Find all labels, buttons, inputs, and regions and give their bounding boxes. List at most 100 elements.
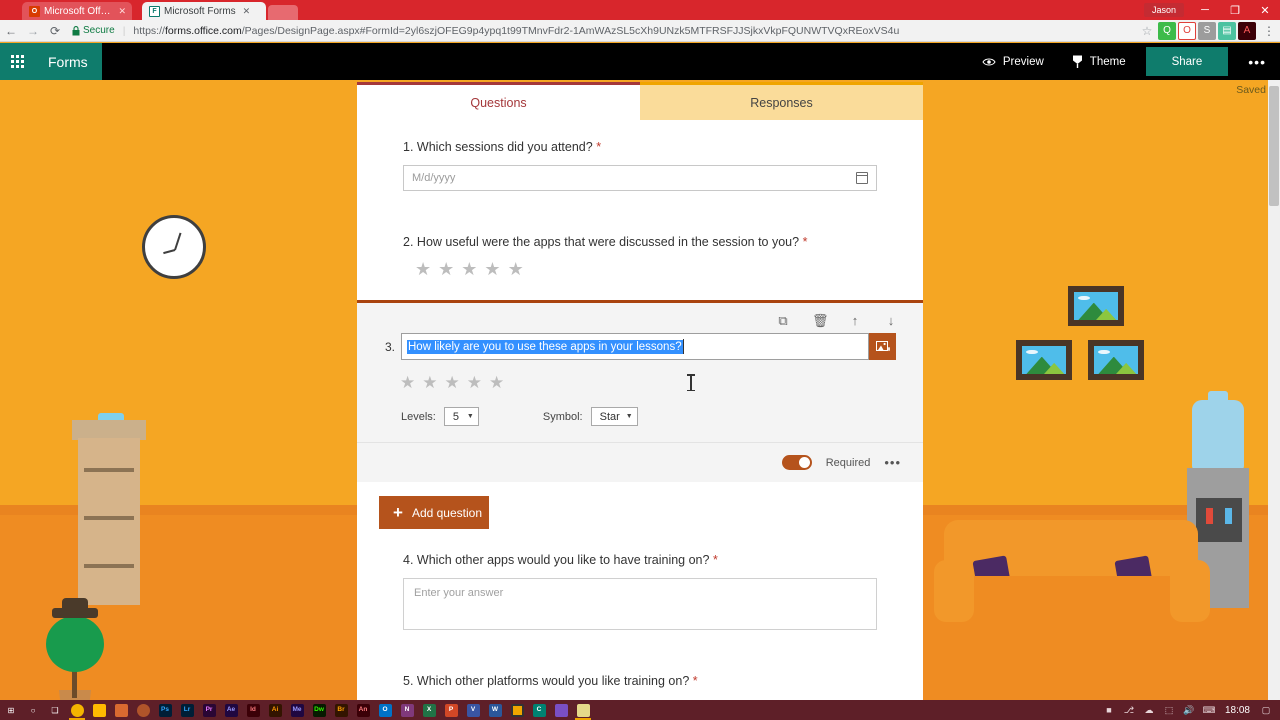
action-center-icon[interactable]: ▢ xyxy=(1256,700,1276,720)
volume-tray-icon[interactable]: 🔊 xyxy=(1179,700,1199,720)
taskbar-item-indesign[interactable]: Id xyxy=(242,700,264,720)
display-tray-icon[interactable]: ⬚ xyxy=(1159,700,1179,720)
taskbar-item-paint-app[interactable] xyxy=(132,700,154,720)
bookmark-star-icon[interactable]: ☆ xyxy=(1136,20,1158,42)
start-button[interactable]: ⊞ xyxy=(0,700,22,720)
question-2-star-rating[interactable]: ★ ★ ★ ★ ★ xyxy=(403,260,877,278)
back-button[interactable]: ← xyxy=(0,20,22,42)
star-icon[interactable]: ★ xyxy=(400,374,415,391)
star-icon[interactable]: ★ xyxy=(438,260,454,278)
questions-list: 1. Which sessions did you attend? * M/d/… xyxy=(357,120,923,688)
taskbar-item-onenote[interactable]: N xyxy=(396,700,418,720)
user-profile-chip[interactable]: Jason xyxy=(1143,3,1184,17)
browser-tab-forms[interactable]: F Microsoft Forms ✕ xyxy=(142,2,266,20)
browser-tab-strip: O Microsoft Office Home ✕ F Microsoft Fo… xyxy=(0,0,1280,20)
calendar-icon[interactable] xyxy=(855,172,869,184)
browser-menu-icon[interactable]: ⋮ xyxy=(1258,20,1280,42)
delete-question-icon[interactable]: 🗑 xyxy=(812,313,829,329)
taskbar-item-sticky-notes[interactable] xyxy=(572,700,594,720)
insert-image-button[interactable] xyxy=(869,333,896,360)
taskbar-item-media-encoder[interactable]: Me xyxy=(286,700,308,720)
nvidia-tray-icon[interactable]: ■ xyxy=(1099,700,1119,720)
add-question-button[interactable]: + Add question xyxy=(379,496,489,529)
question-1-text: Which sessions did you attend? xyxy=(416,140,593,154)
close-tab-icon[interactable]: ✕ xyxy=(243,6,251,17)
reload-button[interactable]: ⟳ xyxy=(44,20,66,42)
maximize-button[interactable]: ❐ xyxy=(1220,0,1250,20)
star-icon[interactable]: ★ xyxy=(422,374,437,391)
star-icon[interactable]: ★ xyxy=(445,374,460,391)
taskbar-item-sway[interactable]: C xyxy=(528,700,550,720)
search-extension-icon[interactable]: Q xyxy=(1158,21,1176,40)
taskbar-item-bridge[interactable]: Br xyxy=(330,700,352,720)
plant-foliage-illustration xyxy=(46,616,104,672)
tab-responses[interactable]: Responses xyxy=(640,82,923,120)
taskbar-item-forms[interactable] xyxy=(550,700,572,720)
star-icon[interactable]: ★ xyxy=(484,260,500,278)
forms-brand-label[interactable]: Forms xyxy=(34,43,102,80)
notes-extension-icon[interactable]: ▤ xyxy=(1218,21,1236,40)
symbol-dropdown[interactable]: Star ▼ xyxy=(590,407,638,426)
question-1-date-input[interactable]: M/d/yyyy xyxy=(403,165,877,191)
app-launcher-button[interactable] xyxy=(0,43,34,80)
new-tab-button[interactable] xyxy=(268,5,298,20)
cortana-search-button[interactable]: ○ xyxy=(22,700,44,720)
theme-button[interactable]: Theme xyxy=(1058,43,1140,80)
network-tray-icon[interactable]: ☁ xyxy=(1139,700,1159,720)
office-app-bar: Forms Preview Theme Share ••• xyxy=(0,43,1280,80)
move-question-down-icon[interactable]: ↓ xyxy=(884,313,898,329)
star-icon[interactable]: ★ xyxy=(461,260,477,278)
close-window-button[interactable]: ✕ xyxy=(1250,0,1280,20)
taskbar-item-chrome[interactable] xyxy=(66,700,88,720)
task-view-button[interactable]: ❑ xyxy=(44,700,66,720)
required-toggle[interactable] xyxy=(781,455,812,470)
acrobat-extension-icon[interactable]: A xyxy=(1238,21,1256,40)
cabinet-top-illustration xyxy=(72,420,146,440)
browser-tab-forms-title: Microsoft Forms xyxy=(164,5,236,17)
page-scrollbar-thumb[interactable] xyxy=(1269,86,1279,206)
levels-dropdown[interactable]: 5 ▼ xyxy=(443,407,479,426)
taskbar-item-sketch-app[interactable] xyxy=(110,700,132,720)
move-question-up-icon[interactable]: ↑ xyxy=(848,313,862,329)
star-icon[interactable]: ★ xyxy=(508,260,524,278)
taskbar-item-file-explorer[interactable] xyxy=(88,700,110,720)
script-extension-icon[interactable]: S xyxy=(1198,21,1216,40)
app-bar-more-icon[interactable]: ••• xyxy=(1234,54,1280,70)
taskbar-item-illustrator[interactable]: Ai xyxy=(264,700,286,720)
taskbar-item-powerpoint[interactable]: P xyxy=(440,700,462,720)
question-4-answer-input[interactable]: Enter your answer xyxy=(403,578,877,630)
url-host: forms.office.com xyxy=(164,24,242,37)
taskbar-item-lightroom[interactable]: Lr xyxy=(176,700,198,720)
taskbar-item-visio[interactable]: V xyxy=(462,700,484,720)
copy-question-icon[interactable]: ⧉ xyxy=(776,313,790,329)
taskbar-item-onedrive[interactable] xyxy=(506,700,528,720)
forward-button[interactable]: → xyxy=(22,20,44,42)
star-icon[interactable]: ★ xyxy=(489,374,504,391)
keyboard-tray-icon[interactable]: ⌨ xyxy=(1199,700,1219,720)
star-icon[interactable]: ★ xyxy=(467,374,482,391)
taskbar-item-excel[interactable]: X xyxy=(418,700,440,720)
taskbar-clock[interactable]: 18:08 xyxy=(1219,705,1256,716)
taskbar-item-after-effects[interactable]: Ae xyxy=(220,700,242,720)
question-3-title-input[interactable]: How likely are you to use these apps in … xyxy=(401,333,869,360)
taskbar-item-premiere[interactable]: Pr xyxy=(198,700,220,720)
usb-tray-icon[interactable]: ⎇ xyxy=(1119,700,1139,720)
opera-extension-icon[interactable]: O xyxy=(1178,21,1196,40)
browser-tab-office-home[interactable]: O Microsoft Office Home ✕ xyxy=(22,2,132,20)
taskbar-item-animate[interactable]: An xyxy=(352,700,374,720)
question-more-options-icon[interactable]: ••• xyxy=(884,455,901,470)
taskbar-item-photoshop[interactable]: Ps xyxy=(154,700,176,720)
taskbar-item-outlook[interactable]: O xyxy=(374,700,396,720)
close-tab-icon[interactable]: ✕ xyxy=(118,6,126,17)
minimize-button[interactable]: ─ xyxy=(1190,0,1220,20)
share-button[interactable]: Share xyxy=(1145,47,1229,76)
question-3-actions: ⧉ 🗑 ↑ ↓ xyxy=(357,303,923,333)
tab-questions[interactable]: Questions xyxy=(357,82,640,120)
address-bar[interactable]: Secure | https://forms.office.com/Pages/… xyxy=(66,20,1136,42)
taskbar-item-word[interactable]: W xyxy=(484,700,506,720)
star-icon[interactable]: ★ xyxy=(415,260,431,278)
question-3-stars[interactable]: ★ ★ ★ ★ ★ xyxy=(400,374,923,391)
taskbar-item-dreamweaver[interactable]: Dw xyxy=(308,700,330,720)
preview-button[interactable]: Preview xyxy=(968,43,1058,80)
question-2-title: 2. How useful were the apps that were di… xyxy=(403,235,877,249)
